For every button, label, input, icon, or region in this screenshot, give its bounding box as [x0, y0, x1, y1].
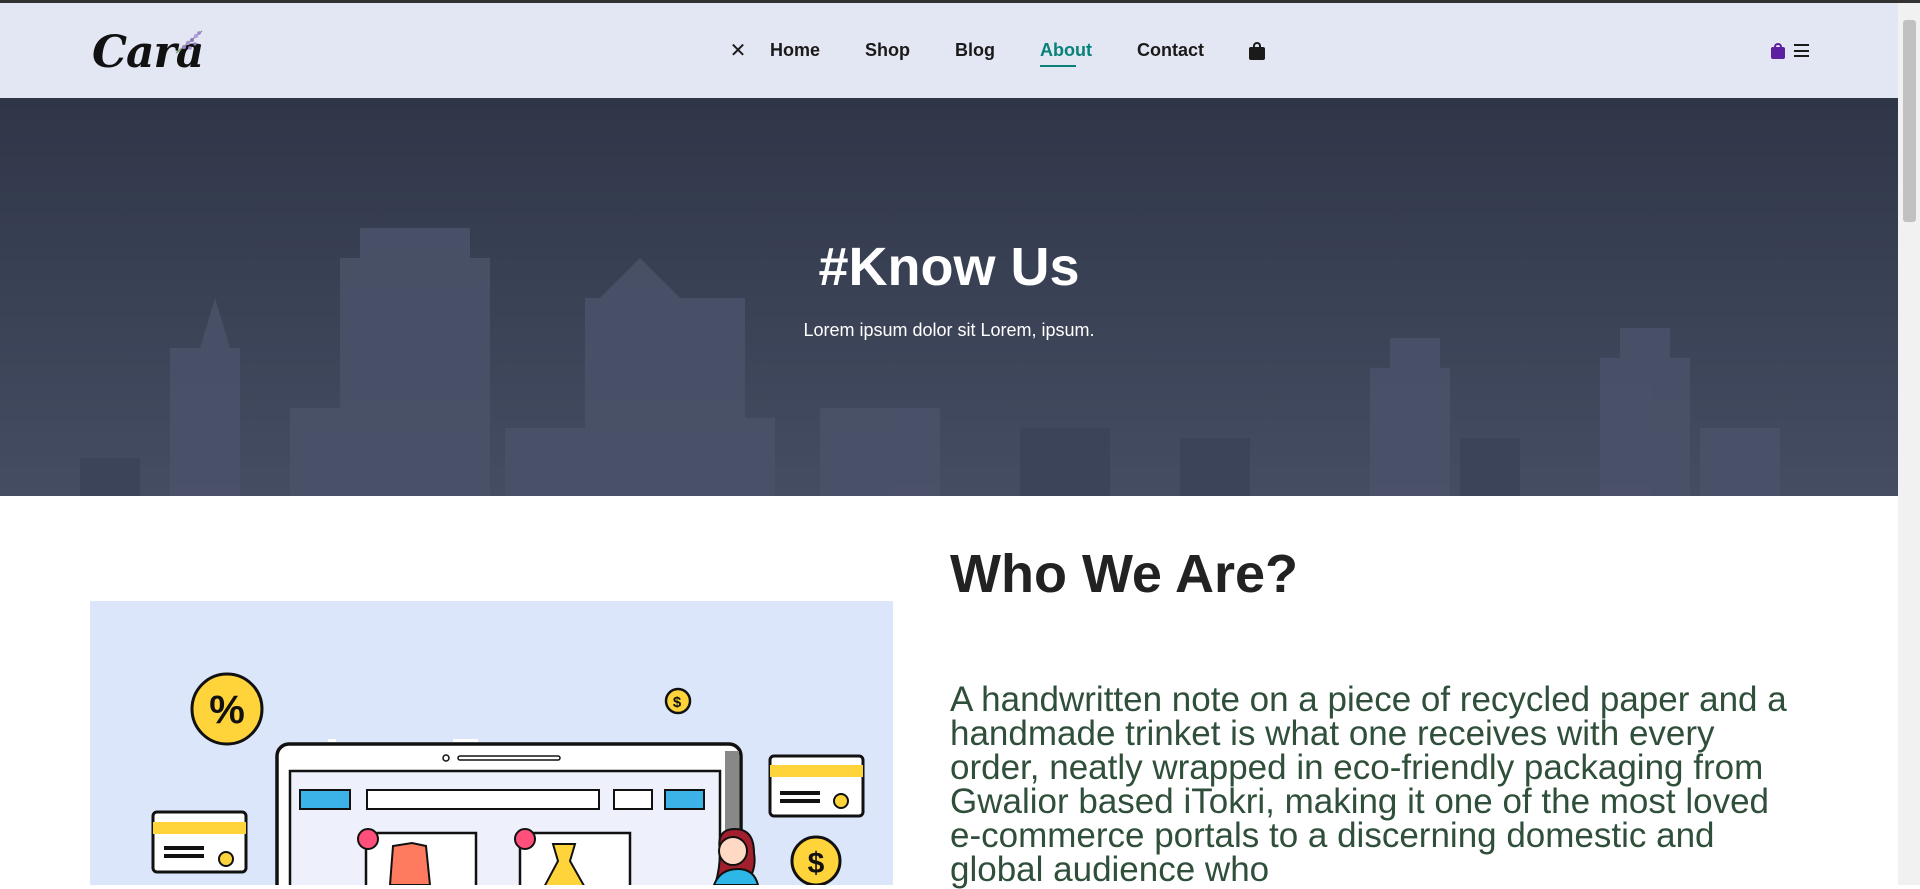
scrollbar-thumb[interactable] — [1903, 20, 1916, 222]
lavender-sprig-icon — [175, 30, 203, 54]
bag-body — [1249, 46, 1265, 60]
hero-title: #Know Us — [818, 237, 1080, 297]
svg-text:$: $ — [673, 694, 682, 711]
hero-banner: #Know Us Lorem ipsum dolor sit Lorem, ip… — [0, 98, 1898, 496]
nav-link-about[interactable]: About — [1040, 40, 1092, 67]
svg-text:%: % — [209, 688, 245, 732]
navbar: Cara ✕ Home Shop Blog About Contact — [0, 3, 1898, 98]
shopping-illustration: % $ $ — [90, 601, 893, 885]
about-title: Who We Are? — [950, 544, 1298, 604]
close-icon[interactable]: ✕ — [728, 38, 748, 63]
about-description: A handwritten note on a piece of recycle… — [950, 680, 1787, 889]
hero-subtitle: Lorem ipsum dolor sit Lorem, ipsum. — [803, 320, 1095, 340]
nav-link-home[interactable]: Home — [770, 40, 820, 61]
nav-link-contact[interactable]: Contact — [1137, 40, 1204, 61]
bag-icon[interactable] — [1249, 41, 1265, 60]
bag-body — [1771, 47, 1785, 59]
hamburger-icon[interactable] — [1794, 44, 1809, 57]
logo[interactable]: Cara — [92, 21, 212, 81]
online-shopping-illustration-image: % $ $ — [151, 672, 865, 885]
nav-link-blog[interactable]: Blog — [955, 40, 995, 61]
svg-text:$: $ — [808, 847, 825, 880]
nav-link-shop[interactable]: Shop — [865, 40, 910, 61]
nav-links: ✕ Home Shop Blog About Contact — [728, 3, 1265, 98]
mobile-bag-icon[interactable] — [1771, 43, 1785, 59]
